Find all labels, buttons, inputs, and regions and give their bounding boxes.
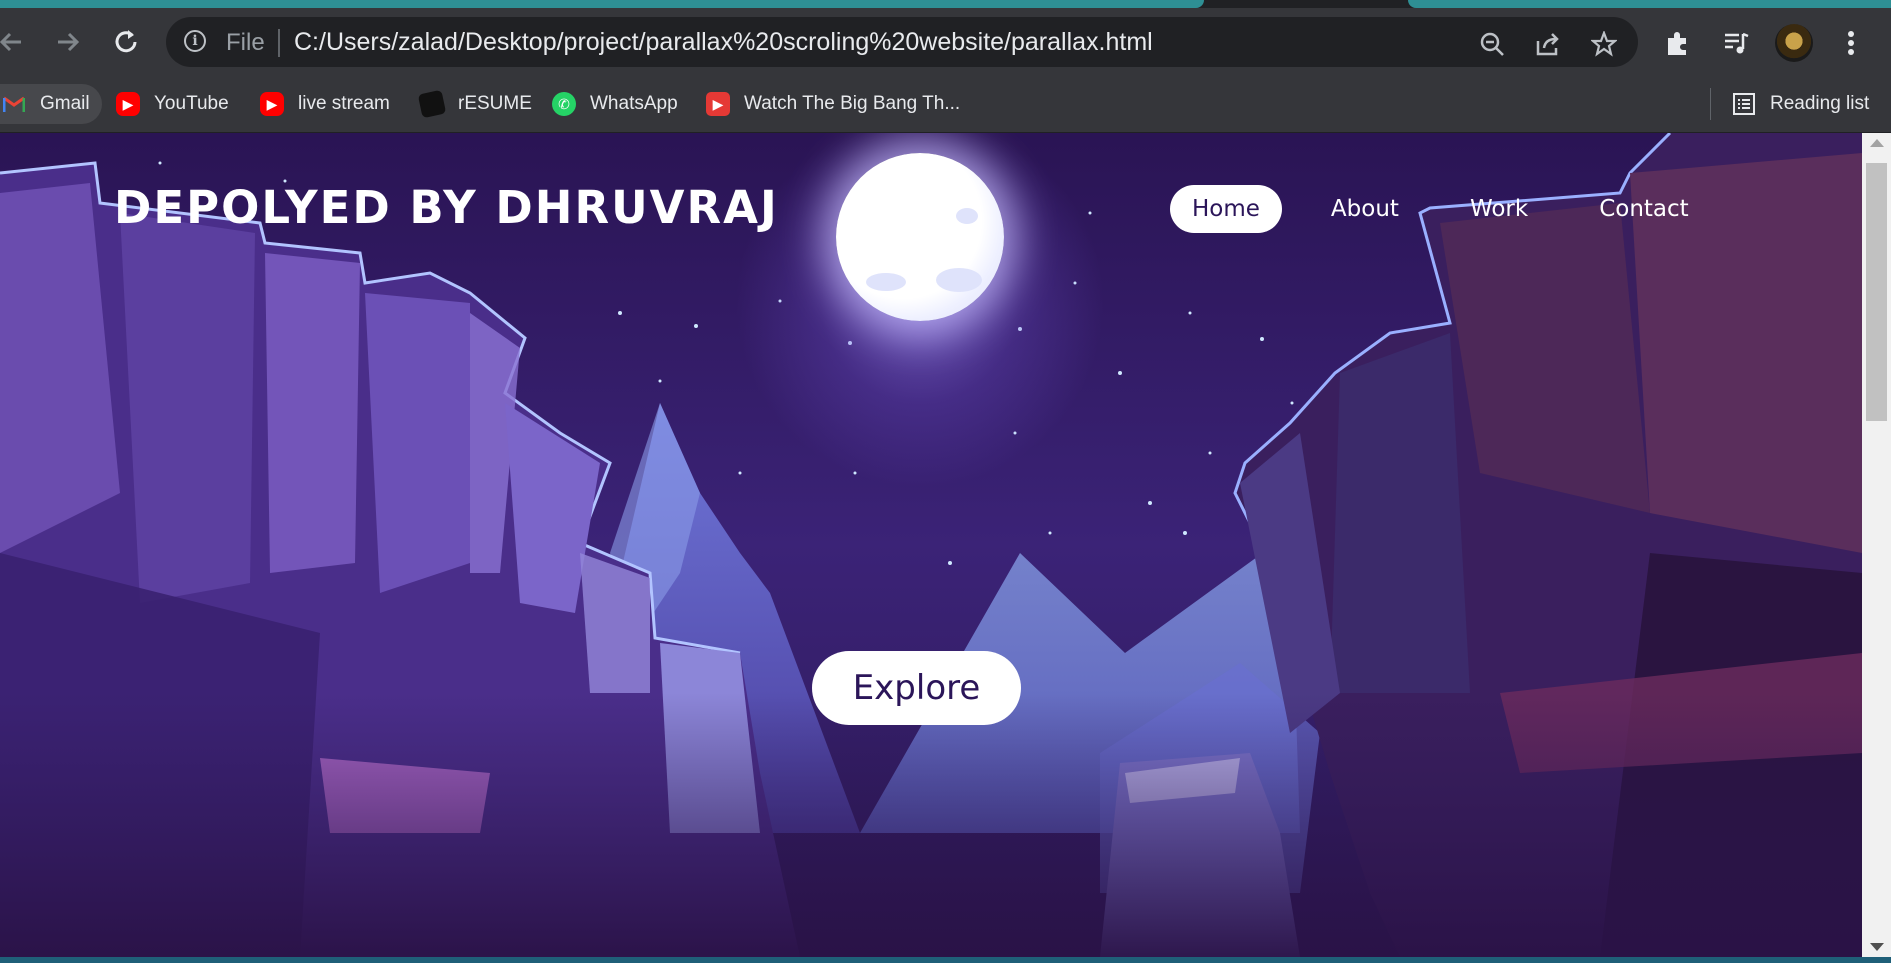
profile-avatar[interactable] bbox=[1775, 24, 1813, 62]
bookmark-whatsapp[interactable]: ✆ WhatsApp bbox=[552, 84, 678, 124]
browser-toolbar: i File C:/Users/zalad/Desktop/project/pa… bbox=[0, 8, 1891, 76]
page-viewport[interactable]: DEPOLYED BY DHRUVRAJ Home About Work Con… bbox=[0, 133, 1862, 957]
bookmark-youtube[interactable]: ▶ YouTube bbox=[116, 84, 229, 124]
taskbar-edge bbox=[0, 957, 1891, 963]
nav-contact[interactable]: Contact bbox=[1577, 185, 1710, 233]
moon bbox=[836, 153, 1004, 321]
reload-icon[interactable] bbox=[106, 22, 146, 62]
reading-list-label: Reading list bbox=[1770, 93, 1870, 114]
bookmark-gmail[interactable]: Gmail bbox=[0, 84, 102, 124]
bookmark-label: rESUME bbox=[458, 93, 532, 114]
scheme-label: File bbox=[226, 29, 265, 56]
bookmark-resume[interactable]: rESUME bbox=[417, 84, 532, 124]
scroll-up-arrow-icon[interactable] bbox=[1870, 139, 1884, 147]
resume-icon bbox=[417, 89, 447, 119]
scroll-down-arrow-icon[interactable] bbox=[1870, 943, 1884, 951]
vertical-scrollbar[interactable] bbox=[1862, 133, 1891, 957]
share-icon[interactable] bbox=[1534, 30, 1562, 58]
menu-kebab-icon[interactable] bbox=[1836, 28, 1866, 58]
youtube-icon: ▶ bbox=[116, 92, 140, 116]
info-icon[interactable]: i bbox=[184, 30, 206, 52]
bookmark-label: YouTube bbox=[154, 93, 229, 114]
omnibox-divider bbox=[278, 29, 280, 57]
forward-icon[interactable] bbox=[48, 22, 88, 62]
nav-home[interactable]: Home bbox=[1170, 185, 1282, 233]
gmail-icon bbox=[2, 92, 26, 116]
tab-edge[interactable] bbox=[1408, 0, 1891, 8]
scroll-thumb[interactable] bbox=[1866, 163, 1887, 421]
bookmark-label: Watch The Big Bang Th... bbox=[744, 93, 961, 114]
nav-work[interactable]: Work bbox=[1448, 185, 1550, 233]
bookmark-label: live stream bbox=[298, 93, 390, 114]
explore-button[interactable]: Explore bbox=[812, 651, 1021, 725]
youtube-icon: ▶ bbox=[260, 92, 284, 116]
url-text[interactable]: C:/Users/zalad/Desktop/project/parallax%… bbox=[294, 28, 1153, 57]
site-logo[interactable]: DEPOLYED BY DHRUVRAJ bbox=[114, 181, 779, 234]
bookmark-label: Gmail bbox=[40, 93, 90, 114]
whatsapp-icon: ✆ bbox=[552, 92, 576, 116]
play-icon: ▶ bbox=[706, 92, 730, 116]
back-icon[interactable] bbox=[0, 22, 32, 62]
extensions-icon[interactable] bbox=[1663, 28, 1693, 58]
reading-list-icon bbox=[1732, 92, 1756, 116]
zoom-out-icon[interactable] bbox=[1478, 30, 1506, 58]
bookmark-star-icon[interactable] bbox=[1590, 30, 1618, 58]
tab-strip bbox=[0, 0, 1891, 8]
bookmark-label: WhatsApp bbox=[590, 93, 678, 114]
bookmark-big-bang[interactable]: ▶ Watch The Big Bang Th... bbox=[706, 84, 960, 124]
reading-list-button[interactable]: Reading list bbox=[1732, 84, 1869, 124]
nav-about[interactable]: About bbox=[1309, 185, 1421, 233]
bookmark-live-stream[interactable]: ▶ live stream bbox=[260, 84, 390, 124]
active-tab-edge[interactable] bbox=[0, 0, 1204, 8]
media-control-icon[interactable] bbox=[1721, 28, 1751, 58]
site-nav: Home About Work Contact bbox=[1170, 185, 1738, 233]
bookmarks-divider bbox=[1710, 88, 1711, 120]
bookmarks-bar: Gmail ▶ YouTube ▶ live stream rESUME ✆ W… bbox=[0, 76, 1891, 133]
address-bar[interactable]: i File C:/Users/zalad/Desktop/project/pa… bbox=[166, 17, 1638, 67]
